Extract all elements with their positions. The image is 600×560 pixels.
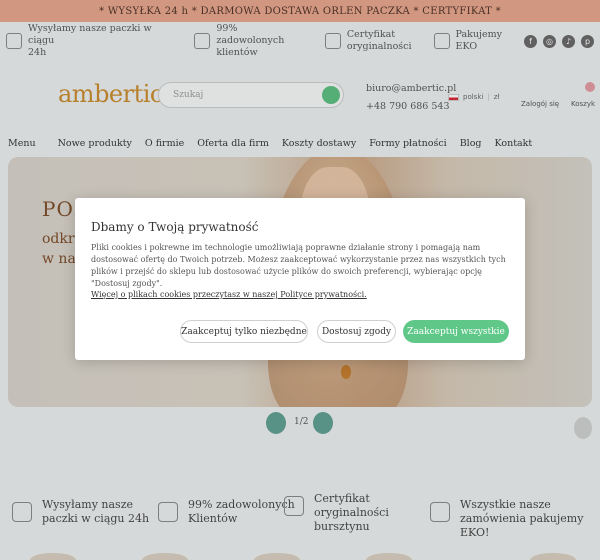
main-nav: Menu Nowe produkty O firmie Oferta dla f… xyxy=(0,130,600,156)
accept-all-button[interactable]: Zaakceptuj wszystkie xyxy=(403,320,509,343)
benefit-shipping: Wysyłamy nasze paczki w ciągu 24h xyxy=(6,23,172,59)
benefit-text: Wysyłamy nasze xyxy=(42,498,133,511)
search-input[interactable]: Szukaj xyxy=(173,90,203,100)
benefit-text: oryginalności xyxy=(314,506,389,519)
benefit-text: klientów xyxy=(216,47,258,58)
nav-item-payment-methods[interactable]: Formy płatności xyxy=(369,138,446,149)
benefit-text: Klientów xyxy=(188,512,238,525)
cookie-consent-modal: Dbamy o Twoją prywatność Pliki cookies i… xyxy=(75,198,525,360)
bottom-benefit-shipping: Wysyłamy nasze paczki w ciągu 24h xyxy=(12,498,149,526)
header: ambertic® Szukaj biuro@ambertic.pl +48 7… xyxy=(0,60,600,130)
facebook-icon[interactable]: f xyxy=(524,34,537,48)
benefit-text: oryginalności xyxy=(346,41,412,52)
nav-item-about[interactable]: O firmie xyxy=(145,138,184,149)
product-thumbnail[interactable] xyxy=(254,553,300,560)
cart-link[interactable]: Koszyk xyxy=(571,100,595,108)
page: * WYSYŁKA 24 h * DARMOWA DOSTAWA ORLEN P… xyxy=(0,0,600,560)
product-thumbnail[interactable] xyxy=(366,553,412,560)
benefit-text: EKO xyxy=(455,41,478,52)
modal-title: Dbamy o Twoją prywatność xyxy=(91,220,259,234)
bottom-benefit-certificate: Certyfikat oryginalności bursztynu xyxy=(284,492,389,534)
bottom-benefit-eco: Wszystkie nasze zamówienia pakujemy EKO! xyxy=(430,498,600,540)
pinterest-icon[interactable]: p xyxy=(581,34,594,48)
product-thumbnail[interactable] xyxy=(530,553,576,560)
benefit-text: paczki w ciągu 24h xyxy=(42,512,150,525)
benefit-text: 99% zadowolonych xyxy=(188,498,295,511)
nav-item-contact[interactable]: Kontakt xyxy=(495,138,533,149)
top-banner-text: * WYSYŁKA 24 h * DARMOWA DOSTAWA ORLEN P… xyxy=(99,5,501,17)
product-carousel-preview xyxy=(0,550,600,560)
product-thumbnail[interactable] xyxy=(30,553,76,560)
email-link[interactable]: biuro@ambertic.pl xyxy=(366,80,456,98)
cart-icon[interactable] xyxy=(585,82,595,92)
truck-icon xyxy=(6,33,22,49)
benefit-text: 99% zadowolonych xyxy=(216,23,285,46)
eco-leaf-icon xyxy=(433,33,450,49)
amber-pendant-image xyxy=(341,365,351,379)
customize-consent-button[interactable]: Dostosuj zgody xyxy=(317,320,396,343)
nav-item-blog[interactable]: Blog xyxy=(460,138,482,149)
privacy-policy-link[interactable]: Więcej o plikach cookies przeczytasz w n… xyxy=(91,290,367,299)
search-box[interactable]: Szukaj xyxy=(158,82,344,108)
scroll-top-button[interactable] xyxy=(574,417,592,439)
divider: | xyxy=(487,93,490,101)
logo-text: ambertic xyxy=(58,80,163,108)
nav-item-menu[interactable]: Menu xyxy=(8,138,36,149)
slider-next-button[interactable] xyxy=(313,412,333,434)
benefit-text: zamówienia pakujemy EKO! xyxy=(460,512,584,539)
nav-item-shipping-costs[interactable]: Koszty dostawy xyxy=(282,138,356,149)
truck-icon xyxy=(12,502,32,522)
benefit-certificate: Certyfikat oryginalności xyxy=(324,29,412,53)
contact-info: biuro@ambertic.pl +48 790 686 543 xyxy=(366,80,456,116)
benefit-satisfaction: 99% zadowolonych klientów xyxy=(194,23,303,59)
certificate-icon xyxy=(324,33,341,49)
bottom-benefits: Wysyłamy nasze paczki w ciągu 24h 99% zad… xyxy=(0,492,600,542)
benefit-eco: Pakujemy EKO xyxy=(433,29,502,53)
benefit-text: Pakujemy xyxy=(455,29,502,40)
currency-label: zł xyxy=(493,93,500,101)
social-links: f ◎ ♪ p xyxy=(524,34,594,48)
benefit-text: Certyfikat xyxy=(346,29,396,40)
accept-necessary-button[interactable]: Zaakceptuj tylko niezbędne xyxy=(180,320,308,343)
bottom-benefit-satisfaction: 99% zadowolonych Klientów xyxy=(158,498,295,526)
search-icon[interactable] xyxy=(322,86,340,104)
logo[interactable]: ambertic® xyxy=(58,80,172,108)
top-banner: * WYSYŁKA 24 h * DARMOWA DOSTAWA ORLEN P… xyxy=(0,0,600,22)
star-icon xyxy=(158,502,178,522)
benefit-text: 24h xyxy=(28,47,47,58)
language-selector[interactable]: polski | zł xyxy=(448,93,499,101)
slider-prev-button[interactable] xyxy=(266,412,286,434)
instagram-icon[interactable]: ◎ xyxy=(543,34,556,48)
poland-flag-icon xyxy=(448,93,459,101)
certificate-icon xyxy=(284,496,304,516)
benefit-text: Wszystkie nasze xyxy=(460,498,551,511)
benefit-text: bursztynu xyxy=(314,520,370,533)
modal-description: Pliki cookies i pokrewne im technologie … xyxy=(91,243,506,288)
eco-leaf-icon xyxy=(430,502,450,522)
phone-link[interactable]: +48 790 686 543 xyxy=(366,98,456,116)
tiktok-icon[interactable]: ♪ xyxy=(562,34,575,48)
benefit-text: Certyfikat xyxy=(314,492,370,505)
nav-item-new-products[interactable]: Nowe produkty xyxy=(58,138,132,149)
language-label: polski xyxy=(463,93,484,101)
product-thumbnail[interactable] xyxy=(142,553,188,560)
login-link[interactable]: Zalogój się xyxy=(521,100,559,108)
slider-counter: 1/2 xyxy=(294,417,309,427)
benefits-bar: Wysyłamy nasze paczki w ciągu 24h 99% zad… xyxy=(0,22,600,60)
benefit-text: Wysyłamy nasze paczki w ciągu xyxy=(28,23,152,46)
nav-item-business-offer[interactable]: Oferta dla firm xyxy=(197,138,269,149)
star-icon xyxy=(194,33,211,49)
